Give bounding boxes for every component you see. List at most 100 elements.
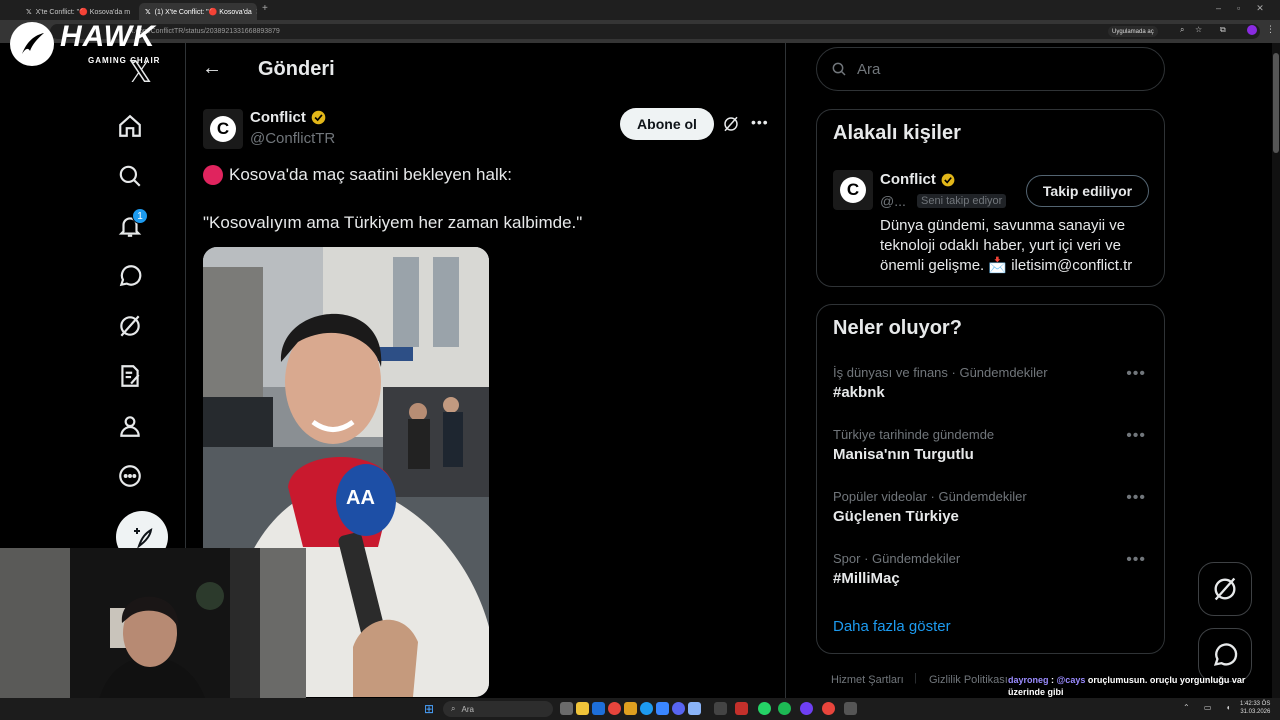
app-icon[interactable] — [624, 702, 637, 715]
zoom-icon[interactable]: ⌕ — [1180, 25, 1184, 35]
scrollbar-thumb[interactable] — [1273, 53, 1279, 153]
home-icon[interactable] — [116, 112, 144, 140]
author-avatar[interactable]: C — [203, 109, 243, 149]
grok-icon — [1214, 577, 1236, 601]
profile-icon[interactable] — [116, 412, 144, 440]
lists-icon[interactable] — [116, 362, 144, 390]
terms-link[interactable]: Hizmet Şartları — [831, 674, 904, 686]
feather-plus-icon — [134, 528, 153, 549]
trend-item[interactable]: Popüler videolar · Gündemdekiler Güçlene… — [833, 489, 1153, 525]
following-button[interactable]: Takip ediliyor — [1026, 175, 1149, 207]
mic-label: AA — [346, 487, 375, 509]
red-circle-icon — [203, 165, 223, 185]
app-icon[interactable] — [714, 702, 727, 715]
app-icon[interactable] — [800, 702, 813, 715]
post-text-line1: Kosova'da maç saatini bekleyen halk: — [203, 165, 512, 185]
following-label: Takip ediliyor — [1042, 183, 1133, 199]
extensions-icon[interactable]: ⧉ — [1220, 25, 1226, 35]
trend-meta: Spor · Gündemdekiler — [833, 551, 961, 566]
url-field[interactable]: x.com/ConflictTR/status/2038921331668893… — [50, 24, 1260, 39]
x-favicon-icon: 𝕏 — [145, 8, 151, 16]
browser-tab[interactable]: 𝕏 X'te Conflict: "🔴 Kosova'da m ✕ — [20, 3, 135, 20]
notification-badge: 1 — [132, 208, 148, 224]
subscribe-label: Abone ol — [637, 116, 697, 132]
profile-avatar[interactable] — [1247, 25, 1257, 35]
trend-meta: İş dünyası ve finans · Gündemdekiler — [833, 365, 1048, 380]
search-placeholder: Ara — [857, 60, 881, 78]
app-icon[interactable] — [640, 702, 653, 715]
window-controls[interactable]: –▫✕ — [1216, 3, 1280, 14]
search-icon[interactable] — [116, 162, 144, 190]
conflict-logo-icon: C — [210, 116, 236, 142]
store-icon[interactable] — [592, 702, 605, 715]
chrome-icon[interactable] — [608, 702, 621, 715]
author-name-row[interactable]: Conflict — [250, 109, 327, 126]
subscribe-button[interactable]: Abone ol — [620, 108, 714, 140]
search-input[interactable]: Ara — [816, 47, 1165, 91]
post-more-icon[interactable]: ••• — [751, 114, 769, 130]
author-name: Conflict — [250, 109, 306, 126]
show-more-link[interactable]: Daha fazla göster — [833, 618, 951, 635]
new-tab-button[interactable]: + — [262, 3, 268, 14]
close-icon[interactable]: ✕ — [134, 8, 135, 16]
trend-item[interactable]: Spor · Gündemdekiler #MilliMaç — [833, 551, 1153, 587]
post-text: Kosova'da maç saatini bekleyen halk: — [229, 165, 512, 184]
windows-start-icon[interactable]: ⊞ — [424, 702, 434, 716]
back-arrow-icon[interactable]: ← — [202, 57, 222, 80]
system-tray-icons[interactable]: ⌃ ▭ ◖ — [1183, 703, 1237, 712]
author-handle[interactable]: @ConflictTR — [250, 130, 335, 147]
page-scrollbar[interactable] — [1272, 43, 1280, 698]
privacy-link[interactable]: Gizlilik Politikası — [929, 674, 1008, 686]
windows-taskbar: ⊞ ⌕ Ara ⌃ ▭ ◖ 1:42:33 ÖS 31.03.2026 — [0, 698, 1280, 720]
grok-icon[interactable] — [116, 312, 144, 340]
trend-name: Manisa'nın Turgutlu — [833, 446, 974, 463]
related-name-row[interactable]: Conflict — [880, 171, 956, 188]
taskbar-search-placeholder: Ara — [461, 704, 474, 714]
trend-name: #akbnk — [833, 384, 885, 401]
trend-more-icon[interactable]: ••• — [1126, 551, 1146, 569]
trend-more-icon[interactable]: ••• — [1126, 365, 1146, 383]
app-icon[interactable] — [735, 702, 748, 715]
file-explorer-icon[interactable] — [576, 702, 589, 715]
app-icon[interactable] — [656, 702, 669, 715]
app-icon[interactable] — [688, 702, 701, 715]
trend-meta: Popüler videolar · Gündemdekiler — [833, 489, 1027, 504]
messages-icon[interactable] — [116, 262, 144, 290]
menu-icon[interactable]: ⋮ — [1266, 24, 1275, 35]
clock-time: 1:42:33 ÖS — [1240, 701, 1271, 707]
trend-item[interactable]: Türkiye tarihinde gündemde Manisa'nın Tu… — [833, 427, 1153, 463]
browser-address-bar: x.com/ConflictTR/status/2038921331668893… — [0, 20, 1280, 43]
discord-icon[interactable] — [672, 702, 685, 715]
tab-title: X'te Conflict: "🔴 Kosova'da m — [35, 8, 131, 16]
more-options-icon[interactable] — [116, 462, 144, 490]
related-avatar[interactable]: C — [833, 170, 873, 210]
taskbar-clock[interactable]: 1:42:33 ÖS 31.03.2026 — [1240, 700, 1270, 716]
trend-more-icon[interactable]: ••• — [1126, 427, 1146, 445]
conflict-logo-icon: C — [840, 177, 866, 203]
grok-float-button[interactable] — [1198, 562, 1252, 616]
app-icon[interactable] — [844, 702, 857, 715]
browser-tab-active[interactable]: 𝕏 (1) X'te Conflict: "🔴 Kosova'da ✕ — [139, 3, 257, 20]
spotify-icon[interactable] — [778, 702, 791, 715]
related-bio: Dünya gündemi, savunma sanayii ve teknol… — [880, 217, 1133, 274]
search-icon: ⌕ — [451, 704, 456, 713]
related-people-card: Alakalı kişiler C Conflict @... Seni tak… — [816, 109, 1165, 287]
obs-icon[interactable] — [822, 702, 835, 715]
task-view-icon[interactable] — [560, 702, 573, 715]
chat-username: dayroneg — [1008, 675, 1049, 685]
whatsapp-icon[interactable] — [758, 702, 771, 715]
close-icon[interactable]: ✕ — [256, 8, 257, 16]
chat-bubble-icon — [1213, 643, 1238, 666]
browser-tab-bar: 𝕏 X'te Conflict: "🔴 Kosova'da m ✕ 𝕏 (1) … — [0, 0, 1280, 20]
verified-badge-icon — [311, 110, 326, 125]
bookmark-star-icon[interactable]: ☆ — [1195, 25, 1202, 34]
trend-item[interactable]: İş dünyası ve finans · Gündemdekiler #ak… — [833, 365, 1153, 401]
x-logo-icon[interactable]: 𝕏 — [128, 55, 152, 90]
taskbar-search[interactable]: ⌕ Ara — [443, 701, 553, 717]
open-in-app-button[interactable]: Uygulamada aç — [1108, 26, 1158, 37]
notifications-bell-icon[interactable]: 1 — [116, 208, 148, 240]
trend-more-icon[interactable]: ••• — [1126, 489, 1146, 507]
trend-name: #MilliMaç — [833, 570, 900, 587]
grok-post-icon[interactable] — [722, 115, 740, 138]
webcam-overlay — [0, 548, 306, 720]
